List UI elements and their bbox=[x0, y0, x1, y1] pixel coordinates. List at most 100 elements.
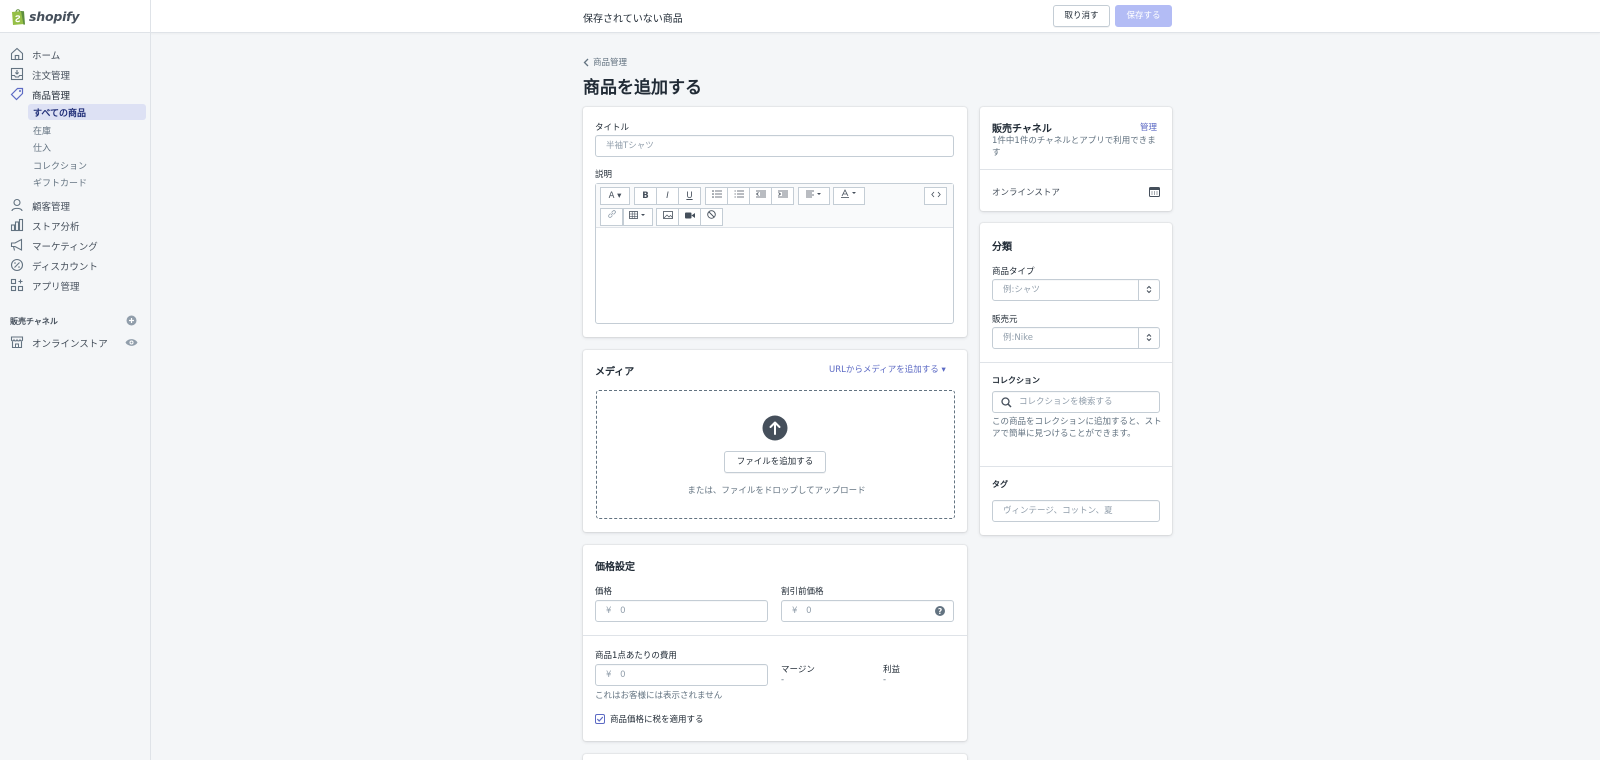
drop-hint-text: または、ファイルをドロップしてアップロード bbox=[687, 486, 866, 496]
online-store-channel: オンラインストア bbox=[992, 188, 1060, 198]
align-dropdown[interactable] bbox=[798, 187, 830, 205]
sidebar-subitem-label: 仕入 bbox=[33, 144, 52, 154]
price-input[interactable]: ¥ 0 bbox=[595, 600, 768, 622]
pricing-divider bbox=[583, 635, 967, 636]
save-button[interactable]: 保存する bbox=[1115, 5, 1172, 27]
outdent-icon bbox=[755, 190, 766, 198]
title-input[interactable]: 半袖Tシャツ bbox=[595, 135, 954, 157]
manage-channels-link[interactable]: 管理 bbox=[1140, 121, 1157, 133]
breadcrumb-label: 商品管理 bbox=[593, 58, 628, 68]
select-arrows-icon bbox=[1138, 279, 1160, 301]
shopify-logo[interactable]: shopify bbox=[0, 0, 151, 33]
discard-button[interactable]: 取り消す bbox=[1053, 5, 1110, 27]
view-store-eye-icon[interactable] bbox=[125, 337, 138, 348]
add-media-from-url-link[interactable]: URLからメディアを追加する ▾ bbox=[829, 363, 946, 375]
media-dropzone[interactable]: ファイルを追加する または、ファイルをドロップしてアップロード bbox=[596, 390, 955, 519]
logo-wordmark: shopify bbox=[29, 9, 80, 24]
tax-checkbox[interactable] bbox=[595, 714, 605, 724]
organization-divider bbox=[980, 362, 1172, 363]
numbered-list-icon bbox=[734, 190, 744, 198]
italic-button[interactable]: I bbox=[656, 187, 679, 205]
vendor-placeholder: 例:Nike bbox=[1003, 333, 1033, 343]
bulleted-list-button[interactable] bbox=[705, 187, 728, 205]
sales-channels-card: 販売チャネル 管理 1件中1件のチャネルとアプリで利用できます オンラインストア bbox=[980, 107, 1172, 211]
sidebar-item-label: ディスカウント bbox=[32, 262, 98, 273]
sidebar-item-marketing[interactable]: マーケティング bbox=[0, 236, 151, 254]
sidebar-item-customers[interactable]: 顧客管理 bbox=[0, 196, 151, 214]
bold-button[interactable]: B bbox=[634, 187, 657, 205]
sidebar-item-discounts[interactable]: ディスカウント bbox=[0, 256, 151, 274]
sidebar-item-label: 注文管理 bbox=[32, 71, 71, 82]
sidebar-subitem-inventory[interactable]: 在庫 bbox=[28, 122, 146, 138]
chevron-left-icon bbox=[583, 58, 589, 66]
bulleted-list-icon bbox=[711, 190, 722, 198]
profit-label: 利益 bbox=[883, 665, 901, 675]
insert-video-button[interactable] bbox=[678, 208, 701, 226]
sidebar-subitem-collections[interactable]: コレクション bbox=[28, 157, 146, 173]
add-file-button[interactable]: ファイルを追加する bbox=[724, 451, 826, 473]
tax-checkbox-row[interactable]: 商品価格に税を適用する bbox=[595, 713, 704, 725]
product-type-select[interactable]: 例:シャツ bbox=[992, 279, 1160, 301]
home-icon bbox=[10, 47, 24, 61]
indent-icon bbox=[777, 190, 788, 198]
sales-channels-heading: 販売チャネル bbox=[10, 317, 58, 326]
page-title: 商品を追加する bbox=[583, 78, 702, 98]
organization-title: 分類 bbox=[992, 242, 1012, 253]
insert-link-button[interactable] bbox=[600, 208, 623, 226]
sidebar-subitem-gift-cards[interactable]: ギフトカード bbox=[28, 174, 146, 190]
tags-input[interactable]: ヴィンテージ、コットン、夏 bbox=[992, 500, 1160, 522]
sidebar-item-apps[interactable]: アプリ管理 bbox=[0, 276, 151, 294]
currency-symbol: ¥ bbox=[792, 606, 798, 616]
collections-search-input[interactable]: コレクションを検索する bbox=[992, 391, 1160, 413]
outdent-button[interactable] bbox=[749, 187, 772, 205]
analytics-icon bbox=[10, 218, 24, 232]
sidebar-subitem-label: 在庫 bbox=[33, 127, 52, 137]
svg-text:?: ? bbox=[938, 607, 942, 616]
sidebar-subitem-all-products[interactable]: すべての商品 bbox=[28, 104, 146, 120]
description-editor: A ▾ B I U bbox=[595, 183, 954, 324]
table-icon bbox=[629, 211, 645, 219]
breadcrumb[interactable]: 商品管理 bbox=[583, 56, 627, 68]
calendar-icon[interactable] bbox=[1149, 186, 1160, 197]
tag-icon bbox=[10, 87, 24, 101]
underline-button[interactable]: U bbox=[678, 187, 701, 205]
add-media-url-label: URLからメディアを追加する bbox=[829, 365, 939, 375]
insert-image-button[interactable] bbox=[656, 208, 679, 226]
text-color-dropdown[interactable] bbox=[833, 187, 865, 205]
page-status-title: 保存されていない商品 bbox=[583, 14, 683, 25]
top-bar: shopify 保存されていない商品 取り消す 保存する bbox=[0, 0, 1600, 33]
collections-title: コレクション bbox=[992, 376, 1040, 385]
cost-placeholder: 0 bbox=[620, 670, 626, 680]
sidebar-item-products[interactable]: 商品管理 bbox=[0, 85, 151, 103]
product-details-card: タイトル 半袖Tシャツ 説明 A ▾ B I U bbox=[583, 107, 967, 337]
show-html-button[interactable] bbox=[924, 187, 947, 205]
font-style-dropdown[interactable]: A ▾ bbox=[600, 187, 630, 205]
indent-button[interactable] bbox=[771, 187, 794, 205]
currency-symbol: ¥ bbox=[606, 606, 612, 616]
add-channel-icon[interactable] bbox=[126, 315, 137, 326]
clear-format-icon bbox=[707, 210, 716, 219]
compare-price-input[interactable]: ¥ 0 ? bbox=[781, 600, 954, 622]
description-textarea[interactable] bbox=[596, 228, 953, 323]
product-type-placeholder: 例:シャツ bbox=[1003, 285, 1040, 295]
sidebar-item-home[interactable]: ホーム bbox=[0, 45, 151, 63]
collections-search-placeholder: コレクションを検索する bbox=[1019, 397, 1113, 407]
discount-icon bbox=[10, 258, 24, 272]
megaphone-icon bbox=[10, 238, 23, 251]
vendor-select[interactable]: 例:Nike bbox=[992, 327, 1160, 349]
video-icon bbox=[684, 212, 695, 219]
sidebar-subitem-purchase-orders[interactable]: 仕入 bbox=[28, 139, 146, 155]
sales-channels-title: 販売チャネル bbox=[992, 124, 1052, 135]
clear-formatting-button[interactable] bbox=[700, 208, 723, 226]
sidebar-item-label: ホーム bbox=[32, 51, 61, 62]
title-label: タイトル bbox=[595, 123, 630, 133]
channels-divider bbox=[980, 169, 1172, 170]
cost-input[interactable]: ¥ 0 bbox=[595, 664, 768, 686]
insert-table-dropdown[interactable] bbox=[623, 208, 653, 226]
sidebar-item-analytics[interactable]: ストア分析 bbox=[0, 216, 151, 234]
help-icon[interactable]: ? bbox=[935, 606, 945, 616]
numbered-list-button[interactable] bbox=[727, 187, 750, 205]
collections-hint: この商品をコレクションに追加すると、ストアで簡単に見つけることができます。 bbox=[992, 417, 1162, 439]
price-placeholder: 0 bbox=[620, 606, 626, 616]
sidebar-item-orders[interactable]: 注文管理 bbox=[0, 65, 151, 83]
